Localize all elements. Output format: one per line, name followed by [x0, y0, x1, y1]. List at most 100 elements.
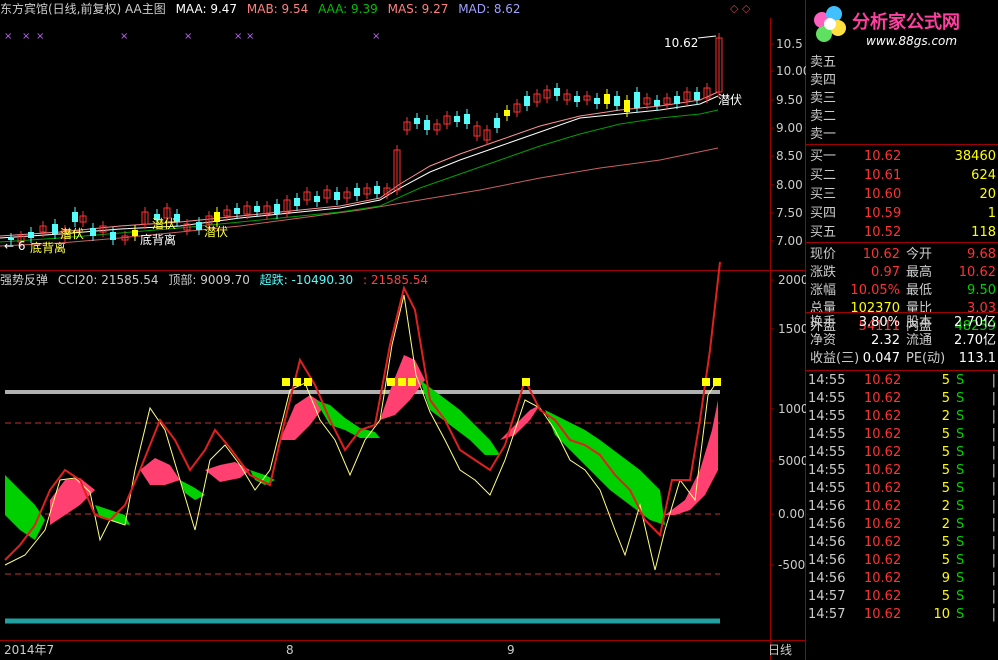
tick-row: 14:57 10.62 5 S | [806, 588, 998, 606]
date-axis-label: 日线 [768, 643, 792, 657]
sell-row: 卖三 [806, 90, 998, 108]
tick-time: 14:56 [808, 571, 846, 586]
tick-side: S [956, 391, 965, 406]
order-label: 卖五 [810, 55, 837, 70]
tick-volume: 5 [941, 445, 950, 460]
ribbon-segment [95, 505, 130, 525]
signal-marker [408, 378, 416, 386]
candle [90, 228, 96, 236]
tick-time: 14:55 [808, 463, 846, 478]
tick-time: 14:57 [808, 589, 846, 604]
candle [274, 204, 280, 214]
chart-annotation: 潜伏 [204, 225, 228, 239]
window-controls[interactable]: ◇ ◇ [730, 2, 750, 15]
top-value: 顶部: 9009.70 [168, 273, 250, 287]
candle [52, 224, 58, 234]
lower-axis-label: 20000 [778, 273, 806, 287]
candle [314, 196, 320, 202]
tick-bar-icon: | [991, 481, 996, 496]
buy-row: 买四 10.59 1 [806, 205, 998, 223]
right-panel: 卖五 卖四 卖三 卖二 卖一 买一 10.62 38460 买二 10.61 624 买三 10.60… [806, 52, 998, 660]
tick-side: S [956, 553, 965, 568]
fund-label: 净资 [810, 333, 837, 348]
quote-label: 最低 [906, 283, 933, 298]
candle [574, 96, 580, 102]
tick-bar-icon: | [991, 607, 996, 622]
fund-value: 3.80% [858, 315, 900, 330]
indicator-title: 强势反弹 [0, 273, 49, 287]
fund-value: 2.70亿 [954, 315, 996, 330]
tick-side: S [956, 499, 965, 514]
signal-cross-icon: × [120, 31, 128, 42]
tick-time: 14:55 [808, 481, 846, 496]
fund-label: PE(动) [906, 351, 946, 366]
signal-cross-icon: × [36, 31, 44, 42]
tick-side: S [956, 607, 965, 622]
tick-row: 14:55 10.62 5 S | [806, 480, 998, 498]
order-label: 买三 [810, 187, 837, 202]
candle [214, 212, 220, 222]
order-price: 10.60 [864, 187, 902, 202]
tick-bar-icon: | [991, 409, 996, 424]
tick-time: 14:56 [808, 517, 846, 532]
fundamentals-row: 净资 2.32 流通 2.70亿 [806, 332, 998, 350]
candle [694, 92, 700, 100]
order-volume: 624 [971, 168, 996, 183]
fund-value: 113.1 [958, 351, 996, 366]
candle [604, 94, 610, 104]
tick-time: 14:55 [808, 445, 846, 460]
ribbon-segment [5, 475, 45, 540]
order-label: 卖一 [810, 127, 837, 142]
quote-value: 10.05% [850, 283, 900, 298]
tick-row: 14:55 10.62 5 S | [806, 444, 998, 462]
candle [374, 186, 380, 194]
sell-row: 卖五 [806, 54, 998, 72]
sell-row: 卖四 [806, 72, 998, 90]
tick-volume: 9 [941, 571, 950, 586]
order-label: 买四 [810, 206, 837, 221]
candle [494, 118, 500, 128]
ma-line-maa [0, 91, 719, 237]
upper-axis-label: 9.50 [776, 93, 803, 107]
tick-price: 10.62 [864, 391, 902, 406]
quote-label: 涨跌 [810, 265, 837, 280]
oversold-label: 超跌 [259, 273, 284, 287]
fund-label: 换手 [810, 315, 837, 330]
tick-time: 14:56 [808, 499, 846, 514]
fundamentals-row: 换手 3.80% 股本 2.70亿 [806, 314, 998, 332]
ribbon-segment [545, 410, 665, 525]
tick-bar-icon: | [991, 391, 996, 406]
candle [72, 212, 78, 222]
candle [424, 120, 430, 130]
candle [196, 222, 202, 230]
tick-row: 14:56 10.62 2 S | [806, 498, 998, 516]
chart-canvas: 10.5 10.00 9.50 9.00 8.50 8.00 7.50 7.00 20000 1… [0, 0, 806, 660]
tick-side: S [956, 589, 965, 604]
fund-label: 流通 [906, 333, 933, 348]
signal-cross-icon: × [22, 31, 30, 42]
buy-row: 买一 10.62 38460 [806, 148, 998, 166]
signal-cross-icon: × [4, 31, 12, 42]
chart-annotation: 潜伏 [60, 227, 84, 241]
quote-value: 0.97 [871, 265, 900, 280]
tick-bar-icon: | [991, 463, 996, 478]
site-logo: 分析家公式网 www.88gs.com [800, 0, 998, 52]
tick-row: 14:55 10.62 2 S | [806, 408, 998, 426]
tick-side: S [956, 517, 965, 532]
candle [554, 88, 560, 96]
tick-time: 14:57 [808, 607, 846, 622]
buy-row: 买二 10.61 624 [806, 167, 998, 185]
date-axis-label: 2014年7 [4, 643, 54, 657]
tick-volume: 5 [941, 391, 950, 406]
ma-line-mas [0, 109, 719, 243]
tick-price: 10.62 [864, 445, 902, 460]
tick-price: 10.62 [864, 517, 902, 532]
candle [594, 98, 600, 104]
quote-value: 9.68 [967, 247, 996, 262]
tick-price: 10.62 [864, 373, 902, 388]
tick-volume: 2 [941, 499, 950, 514]
signal-marker [282, 378, 290, 386]
tick-bar-icon: | [991, 427, 996, 442]
candle [614, 96, 620, 106]
tick-price: 10.62 [864, 553, 902, 568]
